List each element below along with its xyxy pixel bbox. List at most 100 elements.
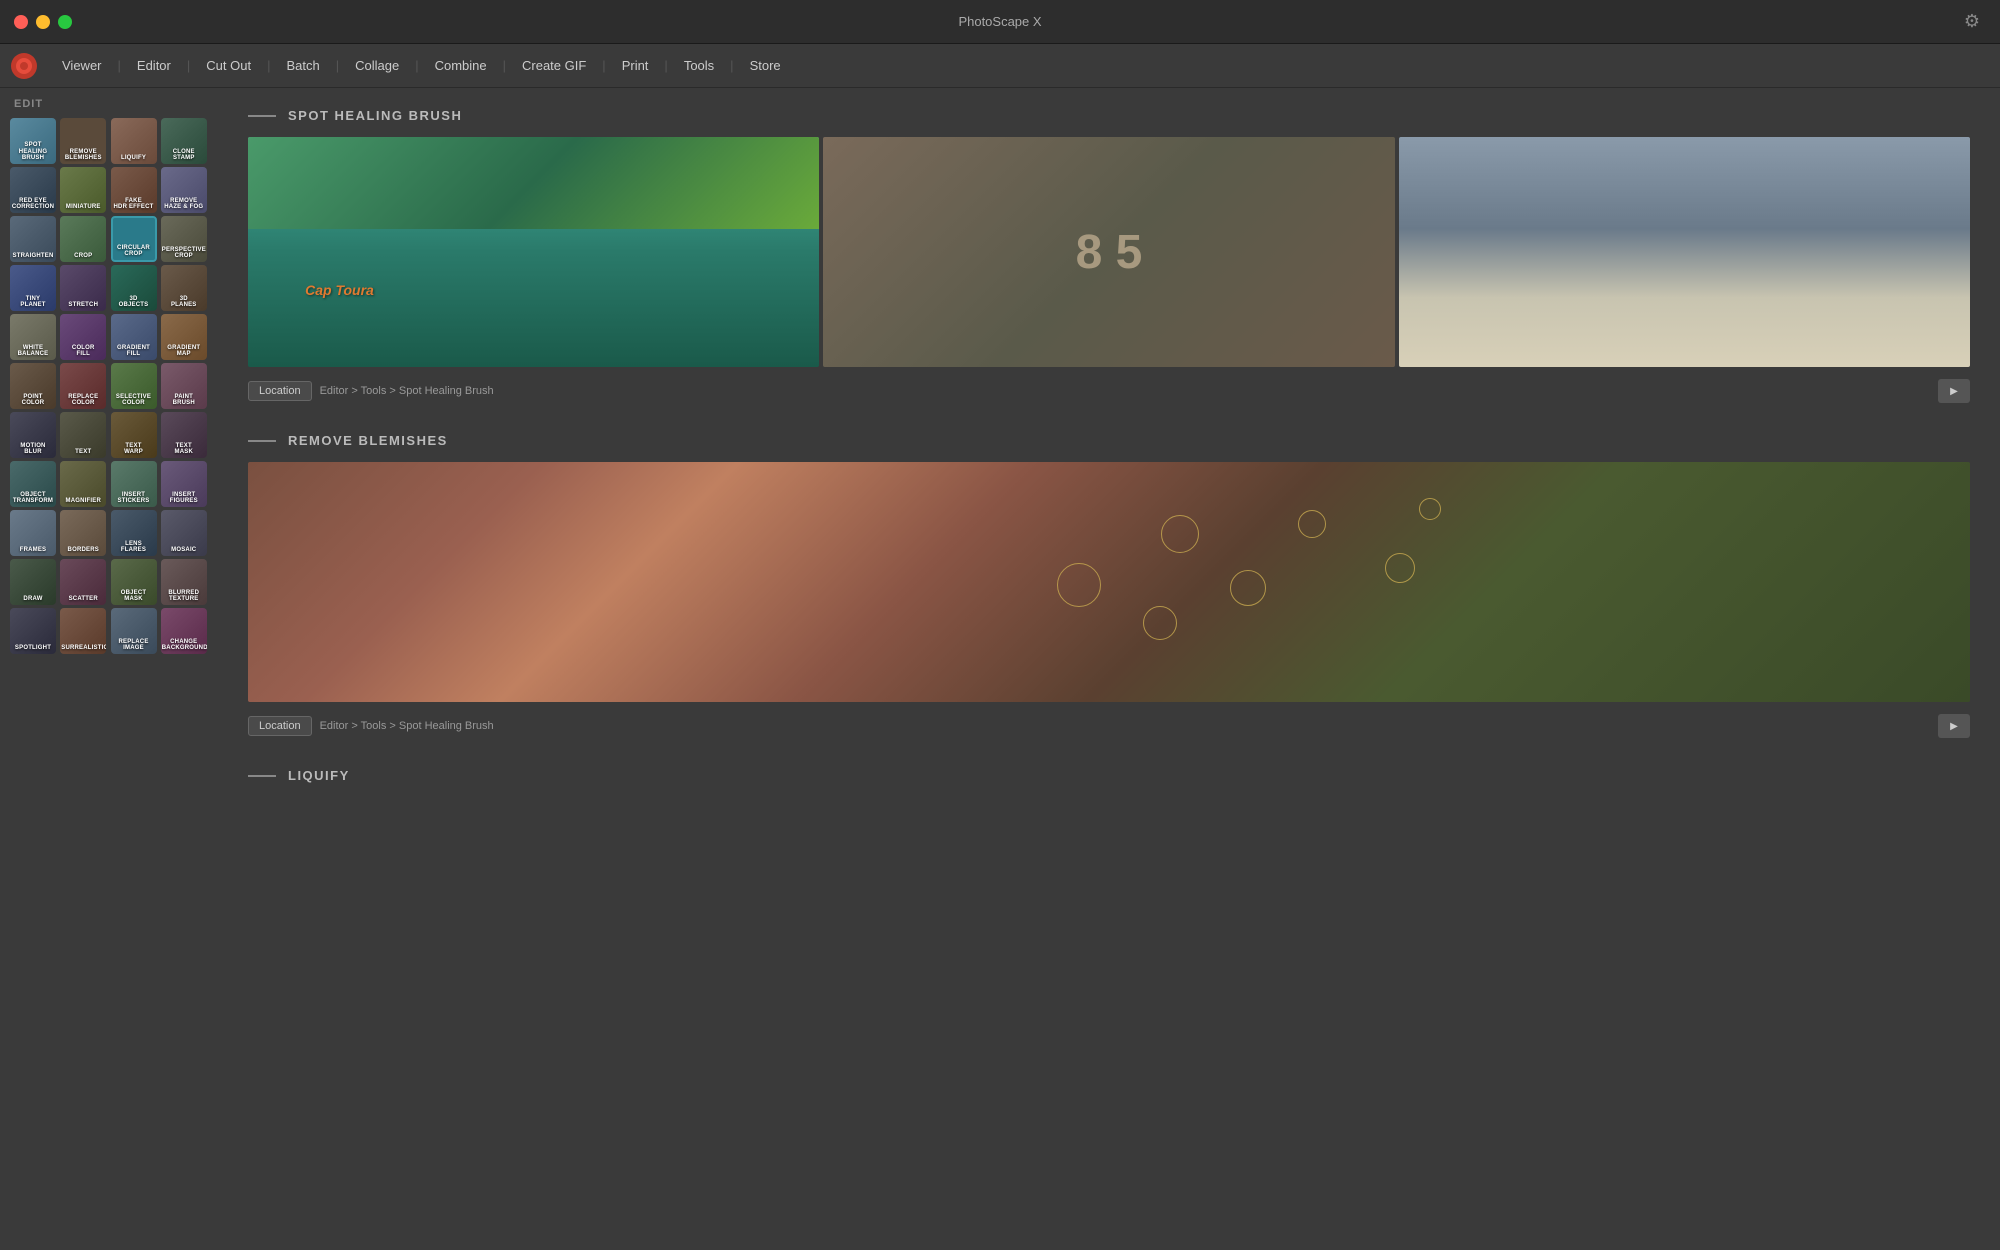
section-spot-healing: SPOT HEALING BRUSH Location Editor > Too…	[248, 108, 1970, 403]
menu-editor[interactable]: Editor	[123, 52, 185, 79]
tool-frames[interactable]: FRAMES	[10, 510, 56, 556]
location-path-blemishes: Editor > Tools > Spot Healing Brush	[320, 720, 1930, 732]
tool-label-text-mask: TEXT MASK	[161, 441, 207, 458]
tool-crop[interactable]: CROP	[60, 216, 106, 262]
tool-replace-image[interactable]: REPLACE IMAGE	[111, 608, 157, 654]
tool-label-text-warp: TEXT WARP	[111, 441, 157, 458]
tool-circular-crop[interactable]: CIRCULAR CROP	[111, 216, 157, 262]
section-header-blemishes: REMOVE BLEMISHES	[248, 433, 1970, 448]
tool-label-change-background: CHANGE BACKGROUND	[161, 637, 207, 654]
section-title-spot: SPOT HEALING BRUSH	[288, 108, 462, 123]
blemishes-image-container	[248, 462, 1970, 702]
tool-label-text: TEXT	[60, 447, 106, 458]
tool-red-eye[interactable]: RED EYE CORRECTION	[10, 167, 56, 213]
tool-lens-flares[interactable]: LENS FLARES	[111, 510, 157, 556]
tool-perspective-crop[interactable]: PERSPECTIVE CROP	[161, 216, 207, 262]
tool-label-magnifier: MAGNIFIER	[60, 496, 106, 507]
tool-remove-haze[interactable]: REMOVE HAZE & FOG	[161, 167, 207, 213]
tools-grid: SPOT HEALING BRUSHREMOVE BLEMISHESLIQUIF…	[10, 118, 208, 654]
tool-label-miniature: MINIATURE	[60, 202, 106, 213]
tool-text-mask[interactable]: TEXT MASK	[161, 412, 207, 458]
tool-label-straighten: STRAIGHTEN	[10, 251, 56, 262]
tool-miniature[interactable]: MINIATURE	[60, 167, 106, 213]
tool-object-transform[interactable]: OBJECT TRANSFORM	[10, 461, 56, 507]
tool-label-insert-figures: INSERT FIGURES	[161, 490, 207, 507]
tool-magnifier[interactable]: MAGNIFIER	[60, 461, 106, 507]
menu-collage[interactable]: Collage	[341, 52, 413, 79]
tool-spotlight[interactable]: SPOTLIGHT	[10, 608, 56, 654]
play-button-spot[interactable]	[1938, 379, 1970, 403]
window-controls	[14, 15, 72, 29]
settings-icon[interactable]: ⚙	[1964, 11, 1980, 32]
tool-label-gradient-fill: GRADIENT FILL	[111, 343, 157, 360]
menu-tools[interactable]: Tools	[670, 52, 728, 79]
sidebar: EDIT SPOT HEALING BRUSHREMOVE BLEMISHESL…	[0, 88, 218, 1250]
tool-stretch[interactable]: STRETCH	[60, 265, 106, 311]
tool-label-3d-planes: 3D PLANES	[161, 294, 207, 311]
window-title: PhotoScape X	[958, 14, 1041, 29]
location-badge-spot[interactable]: Location	[248, 381, 312, 401]
tool-tiny-planet[interactable]: TINY PLANET	[10, 265, 56, 311]
section-header-spot: SPOT HEALING BRUSH	[248, 108, 1970, 123]
tool-color-fill[interactable]: COLOR FILL	[60, 314, 106, 360]
tool-object-mask[interactable]: OBJECT MASK	[111, 559, 157, 605]
sidebar-title: EDIT	[10, 98, 208, 110]
tool-mosaic[interactable]: MOSAIC	[161, 510, 207, 556]
main-layout: EDIT SPOT HEALING BRUSHREMOVE BLEMISHESL…	[0, 88, 2000, 1250]
menu-viewer[interactable]: Viewer	[48, 52, 116, 79]
app-logo	[10, 52, 38, 80]
maximize-button[interactable]	[58, 15, 72, 29]
location-badge-blemishes[interactable]: Location	[248, 716, 312, 736]
tool-scatter[interactable]: SCATTER	[60, 559, 106, 605]
close-button[interactable]	[14, 15, 28, 29]
tool-replace-color[interactable]: REPLACE COLOR	[60, 363, 106, 409]
tool-label-lens-flares: LENS FLARES	[111, 539, 157, 556]
tool-text[interactable]: TEXT	[60, 412, 106, 458]
section-liquify: LIQUIFY	[248, 768, 1970, 783]
tool-clone-stamp[interactable]: CLONE STAMP	[161, 118, 207, 164]
tool-3d-planes[interactable]: 3D PLANES	[161, 265, 207, 311]
tool-borders[interactable]: BORDERS	[60, 510, 106, 556]
menubar: Viewer | Editor | Cut Out | Batch | Coll…	[0, 44, 2000, 88]
tool-label-selective-color: SELECTIVE COLOR	[111, 392, 157, 409]
tool-fake-hdr[interactable]: FAKE HDR EFFECT	[111, 167, 157, 213]
tool-straighten[interactable]: STRAIGHTEN	[10, 216, 56, 262]
tool-liquify[interactable]: LIQUIFY	[111, 118, 157, 164]
menu-combine[interactable]: Combine	[421, 52, 501, 79]
menu-print[interactable]: Print	[608, 52, 663, 79]
spot-healing-image-2	[823, 137, 1394, 367]
tool-label-tiny-planet: TINY PLANET	[10, 294, 56, 311]
tool-insert-stickers[interactable]: INSERT STICKERS	[111, 461, 157, 507]
tool-label-mosaic: MOSAIC	[161, 545, 207, 556]
tool-draw[interactable]: DRAW	[10, 559, 56, 605]
tool-label-surrealistic: SURREALISTIC	[60, 643, 106, 654]
menu-cutout[interactable]: Cut Out	[192, 52, 265, 79]
tool-label-crop: CROP	[60, 251, 106, 262]
menu-creategif[interactable]: Create GIF	[508, 52, 600, 79]
tool-selective-color[interactable]: SELECTIVE COLOR	[111, 363, 157, 409]
tool-gradient-fill[interactable]: GRADIENT FILL	[111, 314, 157, 360]
tool-label-scatter: SCATTER	[60, 594, 106, 605]
play-button-blemishes[interactable]	[1938, 714, 1970, 738]
tool-3d-objects[interactable]: 3D OBJECTS	[111, 265, 157, 311]
tool-gradient-map[interactable]: GRADIENT MAP	[161, 314, 207, 360]
menu-store[interactable]: Store	[736, 52, 795, 79]
tool-insert-figures[interactable]: INSERT FIGURES	[161, 461, 207, 507]
spot-healing-location-bar: Location Editor > Tools > Spot Healing B…	[248, 379, 1970, 403]
tool-white-balance[interactable]: WHITE BALANCE	[10, 314, 56, 360]
tool-text-warp[interactable]: TEXT WARP	[111, 412, 157, 458]
tool-label-remove-haze: REMOVE HAZE & FOG	[161, 196, 207, 213]
menu-batch[interactable]: Batch	[272, 52, 333, 79]
tool-label-color-fill: COLOR FILL	[60, 343, 106, 360]
tool-change-background[interactable]: CHANGE BACKGROUND	[161, 608, 207, 654]
titlebar: PhotoScape X ⚙	[0, 0, 2000, 44]
tool-motion-blur[interactable]: MOTION BLUR	[10, 412, 56, 458]
spot-healing-image-3	[1399, 137, 1970, 367]
tool-spot-healing-brush[interactable]: SPOT HEALING BRUSH	[10, 118, 56, 164]
tool-remove-blemishes[interactable]: REMOVE BLEMISHES	[60, 118, 106, 164]
tool-surrealistic[interactable]: SURREALISTIC	[60, 608, 106, 654]
tool-blurred-texture[interactable]: BLURRED TEXTURE	[161, 559, 207, 605]
minimize-button[interactable]	[36, 15, 50, 29]
tool-paint-brush[interactable]: PAINT BRUSH	[161, 363, 207, 409]
tool-point-color[interactable]: POINT COLOR	[10, 363, 56, 409]
